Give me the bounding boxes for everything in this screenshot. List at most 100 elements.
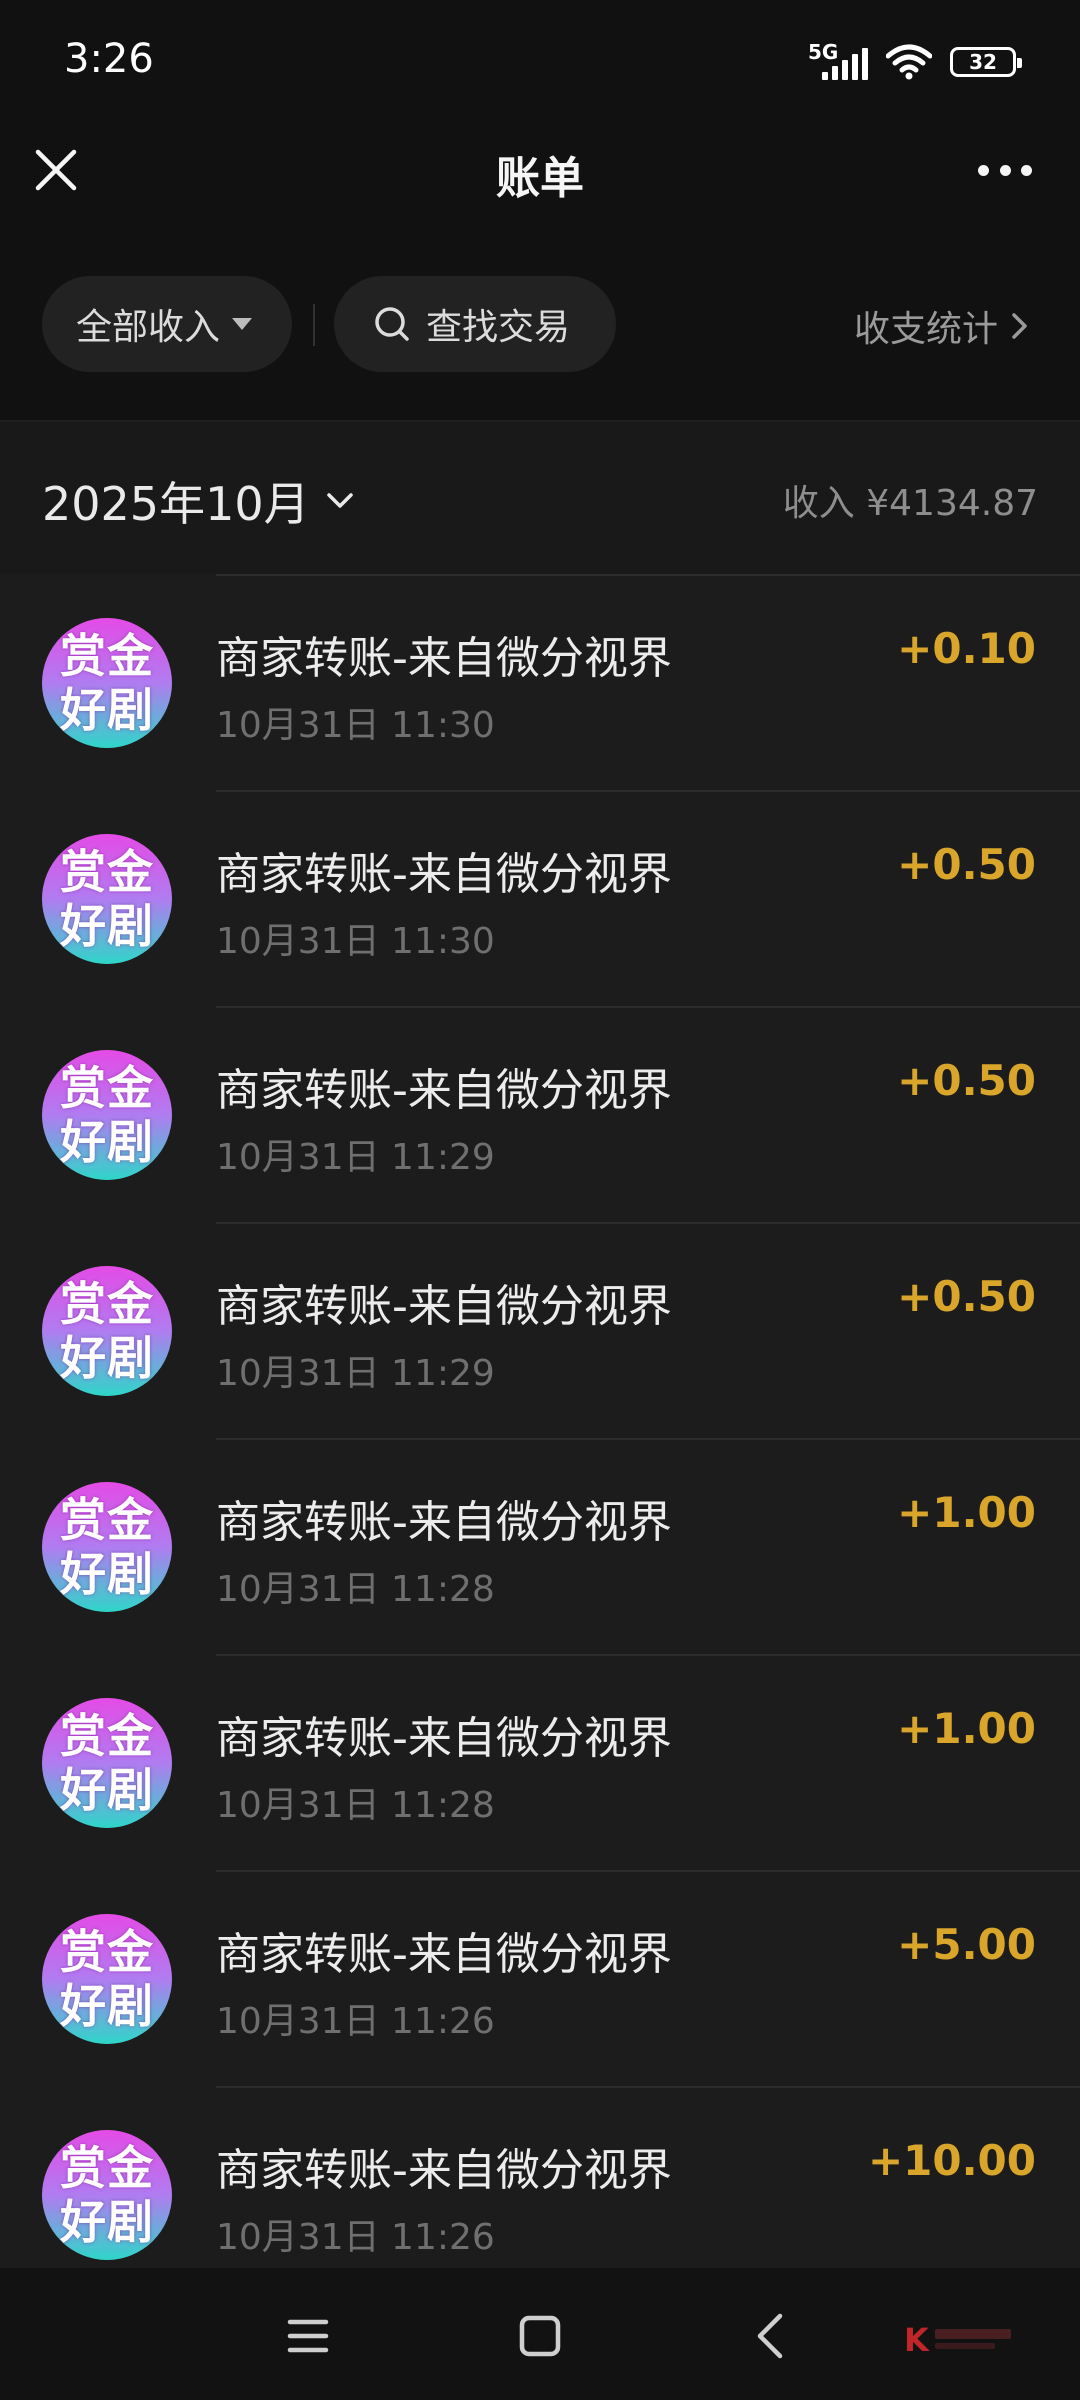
system-nav-bar: K	[0, 2268, 1080, 2400]
type-filter-label: 全部收入	[76, 307, 221, 348]
avatar-text-top: 赏金	[60, 1493, 154, 1547]
search-transactions-button[interactable]: 查找交易	[334, 276, 616, 372]
menu-icon	[287, 2319, 329, 2353]
transaction-amount: +10.00	[867, 2136, 1036, 2185]
avatar-text-top: 赏金	[60, 1061, 154, 1115]
header: 账单	[0, 120, 1080, 220]
avatar-text-bottom: 好剧	[60, 1331, 154, 1385]
transaction-row[interactable]: 赏金 好剧 商家转账-来自微分视界 10月31日 11:29 +0.50	[0, 1222, 1080, 1438]
transaction-title: 商家转账-来自微分视界	[216, 1497, 672, 1548]
stats-label: 收支统计	[853, 309, 998, 350]
avatar-text-top: 赏金	[60, 1925, 154, 1979]
row-separator	[216, 2086, 1080, 2088]
chevron-down-icon	[326, 493, 353, 508]
transaction-list: 赏金 好剧 商家转账-来自微分视界 10月31日 11:30 +0.10 赏金 …	[0, 574, 1080, 2268]
merchant-avatar: 赏金 好剧	[42, 1266, 172, 1396]
transaction-title: 商家转账-来自微分视界	[216, 2145, 672, 2196]
more-icon-dot	[999, 164, 1011, 176]
transaction-title: 商家转账-来自微分视界	[216, 1713, 672, 1764]
more-icon-dot	[1021, 164, 1032, 176]
home-icon	[519, 2315, 561, 2357]
transaction-amount: +0.10	[897, 624, 1036, 673]
row-separator	[216, 574, 1080, 576]
transaction-row[interactable]: 赏金 好剧 商家转账-来自微分视界 10月31日 11:26 +5.00	[0, 1870, 1080, 2086]
merchant-avatar: 赏金 好剧	[42, 2130, 172, 2260]
row-separator	[216, 1006, 1080, 1008]
transaction-title: 商家转账-来自微分视界	[216, 1929, 672, 1980]
avatar-text-top: 赏金	[60, 845, 154, 899]
avatar-text-top: 赏金	[60, 1709, 154, 1763]
avatar-text-top: 赏金	[60, 629, 154, 683]
transaction-title: 商家转账-来自微分视界	[216, 1065, 672, 1116]
transaction-amount: +0.50	[897, 1056, 1036, 1105]
row-separator	[216, 1870, 1080, 1872]
watermark-wordmark	[934, 2329, 1011, 2349]
transaction-time: 10月31日 11:29	[216, 1137, 495, 1178]
transaction-row[interactable]: 赏金 好剧 商家转账-来自微分视界 10月31日 11:28 +1.00	[0, 1438, 1080, 1654]
menu-button[interactable]	[280, 2308, 336, 2364]
month-label: 2025年10月	[42, 477, 310, 531]
merchant-avatar: 赏金 好剧	[42, 1914, 172, 2044]
transaction-title: 商家转账-来自微分视界	[216, 633, 672, 684]
row-separator	[216, 1654, 1080, 1656]
avatar-text-bottom: 好剧	[60, 1979, 154, 2033]
bill-page: 3:26 5G 32 账单 全部收入 查找交易 收支统计 2025年10月 收入…	[0, 0, 1080, 2400]
avatar-text-bottom: 好剧	[60, 1547, 154, 1601]
transaction-amount: +0.50	[897, 1272, 1036, 1321]
merchant-avatar: 赏金 好剧	[42, 618, 172, 748]
type-filter-dropdown[interactable]: 全部收入	[42, 276, 292, 372]
avatar-text-bottom: 好剧	[60, 1763, 154, 1817]
avatar-text-bottom: 好剧	[60, 683, 154, 737]
transaction-amount: +1.00	[897, 1488, 1036, 1537]
transaction-row[interactable]: 赏金 好剧 商家转账-来自微分视界 10月31日 11:30 +0.10	[0, 574, 1080, 790]
back-icon	[757, 2313, 783, 2359]
transaction-time: 10月31日 11:26	[216, 2001, 495, 2042]
transaction-amount: +1.00	[897, 1704, 1036, 1753]
search-label: 查找交易	[426, 307, 571, 348]
battery-level: 32	[969, 50, 997, 74]
more-button[interactable]	[978, 156, 1032, 184]
transaction-time: 10月31日 11:26	[216, 2217, 495, 2258]
avatar-text-top: 赏金	[60, 2141, 154, 2195]
watermark-logo: K	[904, 2320, 1024, 2360]
merchant-avatar: 赏金 好剧	[42, 1698, 172, 1828]
avatar-text-bottom: 好剧	[60, 1115, 154, 1169]
transaction-time: 10月31日 11:28	[216, 1785, 495, 1826]
page-title: 账单	[496, 153, 584, 204]
watermark-mark-icon: K	[904, 2321, 929, 2359]
status-bar: 3:26 5G 32	[0, 0, 1080, 120]
transaction-amount: +5.00	[897, 1920, 1036, 1969]
month-selector[interactable]: 2025年10月	[42, 468, 356, 534]
transaction-row[interactable]: 赏金 好剧 商家转账-来自微分视界 10月31日 11:29 +0.50	[0, 1006, 1080, 1222]
avatar-text-bottom: 好剧	[60, 2195, 154, 2249]
status-time: 3:26	[64, 36, 154, 82]
row-separator	[216, 1222, 1080, 1224]
transaction-row[interactable]: 赏金 好剧 商家转账-来自微分视界 10月31日 11:28 +1.00	[0, 1654, 1080, 1870]
row-separator	[216, 1438, 1080, 1440]
caret-down-icon	[232, 318, 253, 330]
transaction-time: 10月31日 11:28	[216, 1569, 495, 1610]
chevron-right-icon	[1012, 313, 1027, 339]
transaction-time: 10月31日 11:29	[216, 1353, 495, 1394]
transaction-time: 10月31日 11:30	[216, 705, 495, 746]
row-separator	[216, 790, 1080, 792]
transaction-title: 商家转账-来自微分视界	[216, 849, 672, 900]
month-income: 收入 ¥4134.87	[782, 483, 1038, 524]
battery-icon: 32	[950, 47, 1022, 77]
month-bar: 2025年10月 收入 ¥4134.87	[0, 420, 1080, 574]
transaction-row[interactable]: 赏金 好剧 商家转账-来自微分视界 10月31日 11:26 +10.00	[0, 2086, 1080, 2268]
search-icon	[375, 307, 409, 341]
transaction-title: 商家转账-来自微分视界	[216, 1281, 672, 1332]
home-button[interactable]	[512, 2308, 568, 2364]
wifi-icon	[886, 44, 932, 80]
filter-bar: 全部收入 查找交易 收支统计	[0, 268, 1080, 378]
stats-link[interactable]: 收支统计	[854, 300, 1032, 352]
transaction-time: 10月31日 11:30	[216, 921, 495, 962]
divider	[313, 304, 315, 346]
transaction-row[interactable]: 赏金 好剧 商家转账-来自微分视界 10月31日 11:30 +0.50	[0, 790, 1080, 1006]
avatar-text-top: 赏金	[60, 1277, 154, 1331]
transaction-amount: +0.50	[897, 840, 1036, 889]
more-icon-dot	[978, 164, 989, 176]
avatar-text-bottom: 好剧	[60, 899, 154, 953]
back-button[interactable]	[744, 2308, 800, 2364]
